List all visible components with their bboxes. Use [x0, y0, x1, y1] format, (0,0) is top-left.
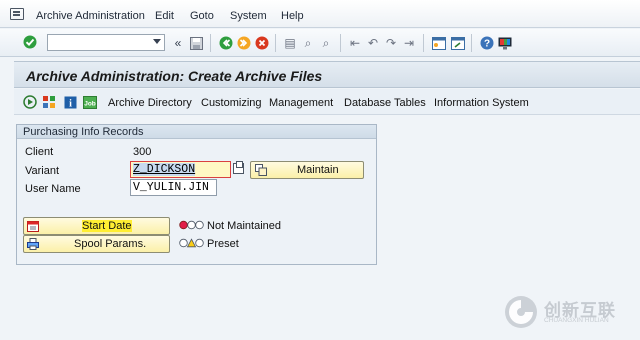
- spool-status-text: Preset: [207, 238, 239, 250]
- variant-input[interactable]: Z_DICKSON: [130, 161, 231, 178]
- help-icon[interactable]: ?: [479, 35, 495, 51]
- menu-help[interactable]: Help: [281, 10, 304, 22]
- information-system-button[interactable]: Information System: [434, 97, 529, 109]
- customizing-button[interactable]: Customizing: [201, 97, 262, 109]
- variant-input-value: Z_DICKSON: [133, 163, 196, 176]
- maintain-button[interactable]: Maintain: [250, 161, 364, 179]
- expand-command-icon[interactable]: «: [170, 35, 186, 51]
- create-session-icon[interactable]: [431, 35, 447, 51]
- client-value: 300: [133, 146, 152, 158]
- user-name-label: User Name: [25, 183, 81, 195]
- group-header: Purchasing Info Records: [17, 125, 376, 139]
- maintain-label: Maintain: [297, 164, 339, 176]
- not-maintained-status-icon: [179, 220, 204, 230]
- app-menu-icon[interactable]: [10, 8, 24, 20]
- execute-icon[interactable]: [22, 94, 38, 110]
- toolbar-separator: [210, 34, 211, 52]
- menu-system[interactable]: System: [230, 10, 267, 22]
- last-page-icon[interactable]: ⇥: [401, 35, 417, 51]
- exit-icon[interactable]: [236, 35, 252, 51]
- variant-label: Variant: [25, 165, 60, 177]
- job-icon[interactable]: Job: [82, 94, 98, 110]
- first-page-icon[interactable]: ⇤: [347, 35, 363, 51]
- start-date-button[interactable]: Start Date: [23, 217, 170, 235]
- svg-text:Job: Job: [84, 100, 96, 107]
- command-field[interactable]: [47, 34, 165, 51]
- find-next-icon[interactable]: ⌕: [318, 35, 334, 51]
- toolbar-separator: [340, 34, 341, 52]
- menu-bar: Archive Administration Edit Goto System …: [0, 0, 640, 28]
- variant-f4-help-icon[interactable]: [233, 161, 244, 174]
- group-title: Purchasing Info Records: [23, 126, 144, 138]
- chevron-down-icon[interactable]: [153, 39, 161, 44]
- menu-edit[interactable]: Edit: [155, 10, 174, 22]
- next-page-icon[interactable]: ↷: [383, 35, 399, 51]
- archive-directory-button[interactable]: Archive Directory: [108, 97, 192, 109]
- print-icon[interactable]: ▤: [282, 35, 298, 51]
- client-label: Client: [25, 146, 54, 158]
- toolbar-separator: [423, 34, 424, 52]
- cancel-icon[interactable]: [254, 35, 270, 51]
- management-button[interactable]: Management: [269, 97, 333, 109]
- maintain-icon: [255, 164, 267, 176]
- enter-icon[interactable]: [22, 34, 38, 50]
- start-date-label: Start Date: [82, 220, 132, 232]
- brand-logo-icon: [505, 296, 537, 328]
- application-toolbar: i Job Archive Directory Customizing Mana…: [14, 89, 640, 115]
- brand-subtitle: CHUANGXIN HULIAN: [544, 317, 609, 324]
- page-title: Archive Administration: Create Archive F…: [26, 68, 323, 84]
- save-icon[interactable]: [188, 35, 204, 51]
- user-name-field: V_YULIN.JIN: [130, 179, 217, 196]
- back-icon[interactable]: [218, 35, 234, 51]
- spool-params-button[interactable]: Spool Params.: [23, 235, 170, 253]
- spool-params-label: Spool Params.: [74, 238, 147, 250]
- menu-archive-administration[interactable]: Archive Administration: [36, 10, 145, 22]
- title-bar: Archive Administration: Create Archive F…: [14, 61, 640, 88]
- svg-text:?: ?: [484, 39, 490, 50]
- preset-status-icon: [179, 238, 204, 248]
- toolbar-separator: [471, 34, 472, 52]
- start-date-status-text: Not Maintained: [207, 220, 281, 232]
- printer-icon: [27, 238, 39, 250]
- info-icon[interactable]: i: [62, 94, 78, 110]
- purchasing-info-records-group: Purchasing Info Records Client 300 Varia…: [16, 124, 377, 265]
- brand-watermark: 创新互联 CHUANGXIN HULIAN: [500, 292, 640, 332]
- shortcut-icon[interactable]: [450, 35, 466, 51]
- customize-layout-icon[interactable]: [497, 35, 513, 51]
- user-name-value: V_YULIN.JIN: [133, 181, 209, 194]
- menu-goto[interactable]: Goto: [190, 10, 214, 22]
- database-tables-button[interactable]: Database Tables: [344, 97, 426, 109]
- find-icon[interactable]: ⌕: [300, 35, 316, 51]
- toolbar-separator: [275, 34, 276, 52]
- calendar-icon: [27, 220, 39, 232]
- svg-text:i: i: [69, 98, 72, 109]
- variant-icon[interactable]: [41, 94, 57, 110]
- previous-page-icon[interactable]: ↶: [365, 35, 381, 51]
